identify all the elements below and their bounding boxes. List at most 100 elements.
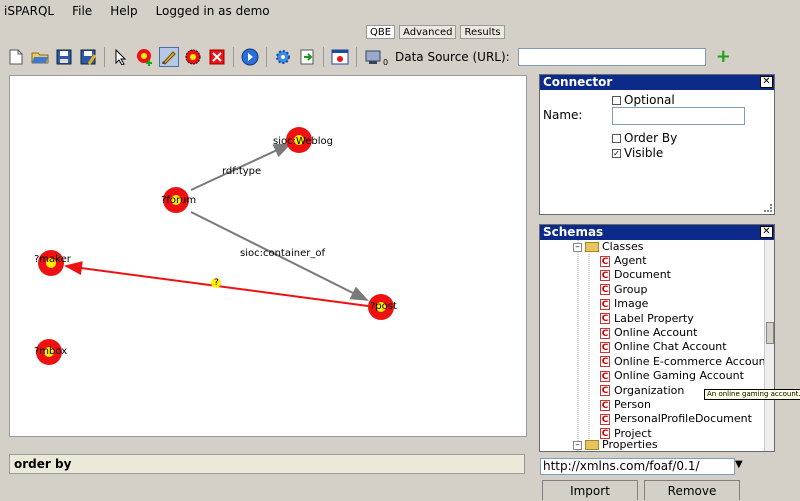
collapse-icon[interactable]: – bbox=[573, 440, 582, 450]
add-datasource-icon[interactable]: + bbox=[716, 48, 731, 66]
tree-item-class[interactable]: C Agent bbox=[600, 254, 647, 268]
class-label: Online Gaming Account bbox=[614, 369, 744, 383]
menu-file[interactable]: File bbox=[72, 4, 92, 18]
class-icon: C bbox=[600, 284, 610, 296]
dropdown-arrow-icon[interactable]: ▼ bbox=[735, 459, 743, 470]
schema-scrollbar[interactable] bbox=[764, 240, 774, 451]
node-maker[interactable]: ?maker bbox=[34, 250, 72, 276]
name-label: Name: bbox=[543, 108, 583, 122]
export-icon[interactable] bbox=[297, 47, 317, 67]
tooltip: An online gaming account. bbox=[704, 389, 800, 400]
gear-icon[interactable] bbox=[273, 47, 293, 67]
node-sioc-weblog[interactable]: sioc:Weblog bbox=[273, 127, 333, 153]
delete-icon[interactable] bbox=[207, 47, 227, 67]
tree-node-properties[interactable]: – Properties bbox=[573, 438, 658, 452]
optional-checkbox[interactable] bbox=[612, 96, 621, 105]
visible-option[interactable]: ✓ Visible bbox=[612, 146, 663, 160]
class-label: Group bbox=[614, 282, 648, 296]
toolbar-separator bbox=[323, 47, 324, 67]
datasource-count: 0 bbox=[383, 58, 388, 66]
save-icon[interactable] bbox=[54, 47, 74, 67]
datasource-label: Data Source (URL): bbox=[395, 50, 510, 64]
order-by-bar[interactable]: order by bbox=[9, 454, 525, 474]
class-label: Online Account bbox=[614, 326, 698, 339]
class-label: Person bbox=[614, 398, 651, 411]
order-by-label: Order By bbox=[624, 131, 678, 145]
tree-item-class[interactable]: C Online E-commerce Account bbox=[600, 355, 766, 369]
tab-advanced[interactable]: Advanced bbox=[399, 25, 457, 39]
class-icon: C bbox=[600, 255, 610, 267]
edge-label: rdf:type bbox=[222, 166, 261, 177]
tree-item-class[interactable]: C Image bbox=[600, 297, 648, 311]
edge-post-maker[interactable]: ? bbox=[64, 261, 369, 307]
visible-checkbox[interactable]: ✓ bbox=[612, 149, 621, 158]
class-icon: C bbox=[600, 269, 610, 281]
order-by-option[interactable]: Order By bbox=[612, 131, 677, 145]
tab-qbe[interactable]: QBE bbox=[366, 25, 396, 39]
resize-grip-icon[interactable] bbox=[764, 204, 772, 212]
tree-node-classes[interactable]: – Classes bbox=[573, 240, 643, 254]
save-as-icon[interactable] bbox=[78, 47, 98, 67]
namespace-select[interactable]: http://xmlns.com/foaf/0.1/ bbox=[540, 458, 735, 475]
node-post[interactable]: ?post bbox=[368, 294, 397, 320]
class-icon: C bbox=[600, 399, 610, 411]
new-document-icon[interactable] bbox=[6, 47, 26, 67]
run-query-icon[interactable] bbox=[240, 47, 260, 67]
node-label: ?post bbox=[370, 301, 397, 312]
class-label: Online E-commerce Account bbox=[614, 354, 766, 368]
node-label: ?mbox bbox=[34, 346, 67, 357]
tree-item-class[interactable]: C Label Property bbox=[600, 312, 694, 326]
edge-forum-blog[interactable]: rdf:type bbox=[190, 143, 292, 191]
datasource-icon[interactable]: 0 bbox=[363, 47, 389, 67]
remove-button[interactable]: Remove bbox=[644, 480, 740, 500]
tab-results[interactable]: Results bbox=[460, 25, 505, 39]
class-label: Agent bbox=[614, 254, 647, 267]
toolbar-separator bbox=[266, 47, 267, 67]
tree-item-class[interactable]: C Document bbox=[600, 268, 671, 282]
generate-query-icon[interactable] bbox=[330, 47, 350, 67]
folder-icon bbox=[585, 440, 599, 450]
schema-tree: – Classes C Agent C Document C Group C Image C Lab… bbox=[540, 240, 766, 453]
draw-connector-icon[interactable] bbox=[159, 47, 179, 67]
toolbar: 0 Data Source (URL): + bbox=[0, 43, 800, 71]
tree-item-class[interactable]: C Organization bbox=[600, 384, 684, 398]
optional-option[interactable]: Optional bbox=[612, 93, 675, 107]
tree-item-class[interactable]: C Group bbox=[600, 283, 648, 297]
class-icon: C bbox=[600, 313, 610, 325]
open-folder-icon[interactable] bbox=[30, 47, 50, 67]
connector-title: Connector bbox=[543, 75, 613, 89]
import-button[interactable]: Import bbox=[542, 480, 638, 500]
menu-help[interactable]: Help bbox=[110, 4, 137, 18]
tree-item-class[interactable]: C PersonalProfileDocument bbox=[600, 412, 752, 426]
node-mbox[interactable]: ?mbox bbox=[34, 339, 67, 365]
tree-item-class[interactable]: C Online Gaming Account bbox=[600, 369, 744, 383]
connector-panel: Connector ✕ Optional Name: Order By ✓ Vis… bbox=[539, 74, 775, 215]
tree-item-class[interactable]: C Person bbox=[600, 398, 651, 412]
node-forum[interactable]: ?forum bbox=[161, 187, 196, 213]
delete-node-icon[interactable] bbox=[183, 47, 203, 67]
schemas-panel-title: Schemas ✕ bbox=[540, 225, 774, 240]
close-icon[interactable]: ✕ bbox=[760, 226, 773, 238]
toolbar-separator bbox=[104, 47, 105, 67]
collapse-icon[interactable]: – bbox=[573, 242, 582, 252]
toolbar-separator bbox=[233, 47, 234, 67]
datasource-url-input[interactable] bbox=[517, 48, 706, 66]
close-icon[interactable]: ✕ bbox=[760, 76, 773, 88]
schemas-panel: Schemas ✕ – Classes C Agent C Document C Group… bbox=[539, 224, 775, 453]
connector-name-input[interactable] bbox=[612, 107, 745, 125]
login-status: Logged in as demo bbox=[155, 4, 270, 18]
order-by-checkbox[interactable] bbox=[612, 134, 621, 143]
class-label: Document bbox=[614, 268, 671, 282]
class-icon: C bbox=[600, 356, 610, 368]
class-label: Organization bbox=[614, 383, 685, 397]
scrollbar-thumb[interactable] bbox=[766, 322, 774, 344]
select-pointer-icon[interactable] bbox=[111, 47, 131, 67]
tree-lines bbox=[577, 240, 590, 453]
toolbar-separator bbox=[356, 47, 357, 67]
class-icon: C bbox=[600, 370, 610, 382]
tree-item-class[interactable]: C Online Chat Account bbox=[600, 340, 727, 354]
query-graph-canvas[interactable]: rdf:type sioc:container_of ? sioc:Weblog… bbox=[9, 75, 527, 437]
tree-item-class[interactable]: C Online Account bbox=[600, 326, 697, 340]
add-node-icon[interactable] bbox=[135, 47, 155, 67]
class-label: Label Property bbox=[614, 311, 694, 325]
